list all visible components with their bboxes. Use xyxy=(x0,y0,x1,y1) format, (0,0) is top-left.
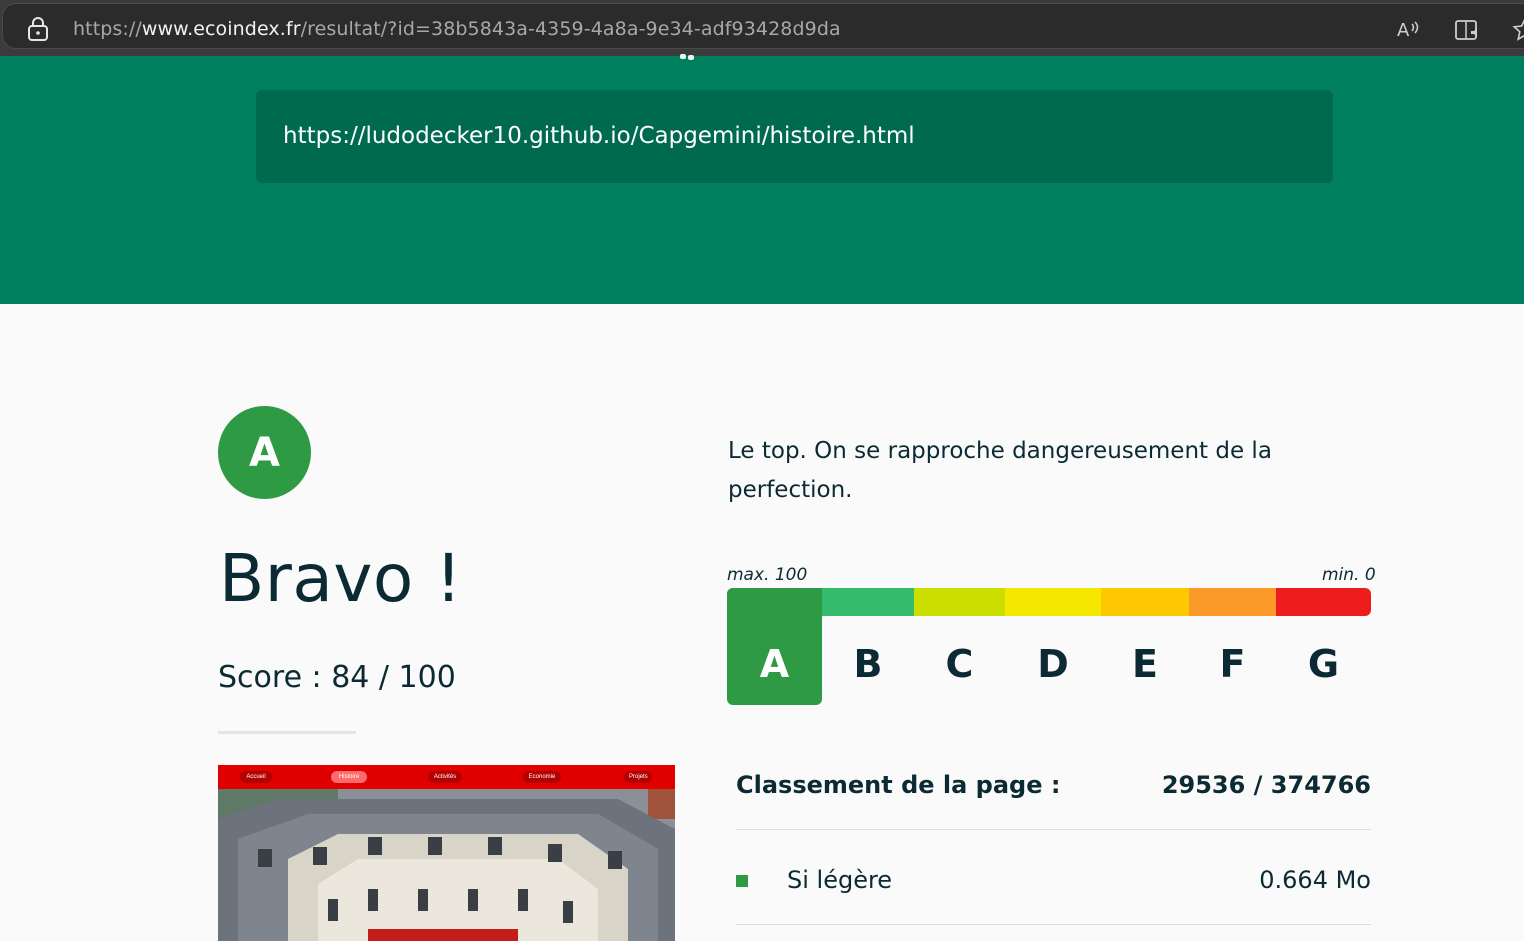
scale-letter-a: A xyxy=(759,642,790,686)
url-text[interactable]: https://www.ecoindex.fr/resultat/?id=38b… xyxy=(73,18,841,40)
grade-badge: A xyxy=(218,406,311,499)
ranking-value: 29536 / 374766 xyxy=(1161,771,1371,799)
scale-active-grade: A xyxy=(727,588,822,705)
scale-max-label: max. 100 xyxy=(727,565,808,585)
scale-segment-c xyxy=(914,588,1005,616)
scale-segment-g xyxy=(1276,588,1371,616)
lock-icon[interactable] xyxy=(27,17,49,41)
ranking-row: Classement de la page : 29536 / 374766 xyxy=(736,766,1371,806)
favorite-star-icon[interactable] xyxy=(1511,16,1524,44)
clipped-heading xyxy=(660,54,700,60)
scale-letter-e: E xyxy=(1132,642,1158,686)
status-square-icon xyxy=(736,875,748,887)
thumbnail-nav: Accueil Histoire Activités Economie Proj… xyxy=(218,765,675,789)
analyzed-url-field[interactable]: https://ludodecker10.github.io/Capgemini… xyxy=(256,90,1333,183)
scale-min-label: min. 0 xyxy=(1322,565,1376,585)
browser-toolbar: https://www.ecoindex.fr/resultat/?id=38b… xyxy=(0,0,1524,56)
svg-text:A: A xyxy=(1397,20,1410,41)
page-weight-value: 0.664 Mo xyxy=(1259,866,1371,894)
scale-segment-f xyxy=(1189,588,1276,616)
thumbnail-nav-item: Accueil xyxy=(240,771,272,783)
immersive-reader-icon[interactable] xyxy=(1453,16,1481,44)
divider xyxy=(736,924,1371,925)
scale-letter-f: F xyxy=(1219,642,1246,686)
analyzed-url-text: https://ludodecker10.github.io/Capgemini… xyxy=(283,123,915,149)
page-weight-row: Si légère 0.664 Mo xyxy=(736,864,1371,904)
thumbnail-nav-item: Histoire xyxy=(331,771,367,783)
divider xyxy=(218,731,356,734)
thumbnail-nav-item: Projets xyxy=(624,771,652,783)
scale-letter-c: C xyxy=(945,642,974,686)
read-aloud-icon[interactable]: A xyxy=(1393,16,1421,44)
ranking-label: Classement de la page : xyxy=(736,771,1061,799)
address-bar[interactable]: https://www.ecoindex.fr/resultat/?id=38b… xyxy=(2,3,1524,49)
ecoindex-scale: A B C D E F G xyxy=(727,588,1371,706)
page-screenshot-thumbnail: Accueil Histoire Activités Economie Proj… xyxy=(218,765,675,941)
score-text: Score : 84 / 100 xyxy=(218,660,456,695)
result-headline: Bravo ! xyxy=(219,540,463,617)
scale-letter-g: G xyxy=(1307,642,1340,686)
scale-letter-b: B xyxy=(853,642,883,686)
scale-letter-d: D xyxy=(1037,642,1069,686)
result-message: Le top. On se rapproche dangereusement d… xyxy=(728,438,1272,503)
hero-banner: https://ludodecker10.github.io/Capgemini… xyxy=(0,54,1524,304)
building-photo xyxy=(218,789,675,941)
thumbnail-nav-item: Economie xyxy=(523,771,561,783)
thumbnail-nav-item: Activités xyxy=(428,771,462,783)
page-weight-label: Si légère xyxy=(787,866,893,894)
divider xyxy=(736,829,1371,830)
scale-segment-d xyxy=(1005,588,1101,616)
scale-segment-e xyxy=(1101,588,1189,616)
scale-segment-b xyxy=(822,588,914,616)
